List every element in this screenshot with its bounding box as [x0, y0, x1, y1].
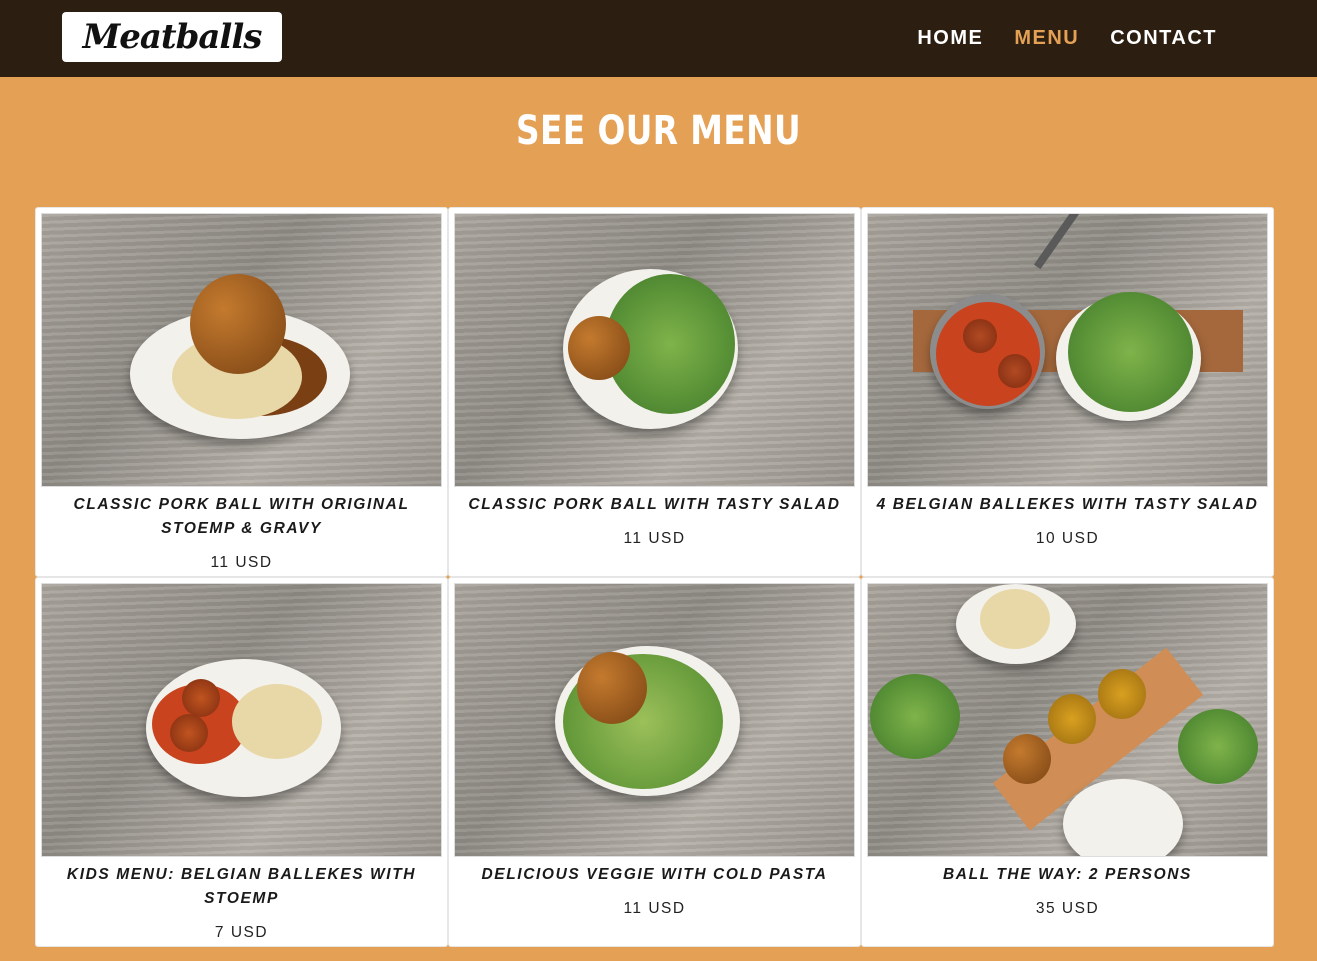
menu-card[interactable]: KIDS MENU: BELGIAN BALLEKES WITH STOEMP … [35, 577, 448, 947]
dish-name: DELICIOUS VEGGIE WITH COLD PASTA [481, 866, 828, 883]
nav-contact-link[interactable]: CONTACT [1110, 27, 1217, 50]
dish-name: CLASSIC PORK BALL WITH ORIGINAL STOEMP &… [73, 496, 410, 537]
page-title: SEE OUR MENU [515, 108, 802, 154]
dish-photo[interactable] [41, 583, 442, 857]
dish-price: 11 USD [623, 900, 686, 917]
dish-price: 35 USD [1035, 900, 1100, 917]
dish-photo[interactable] [454, 583, 855, 857]
dish-photo[interactable] [867, 583, 1268, 857]
dish-price: 7 USD [214, 924, 269, 941]
menu-card[interactable]: CLASSIC PORK BALL WITH TASTY SALAD 11 US… [448, 207, 861, 577]
main-nav: HOME MENU CONTACT [917, 0, 1217, 77]
dish-name: CLASSIC PORK BALL WITH TASTY SALAD [468, 496, 841, 513]
dish-price: 11 USD [623, 530, 686, 547]
dish-photo[interactable] [867, 213, 1268, 487]
nav-menu-link[interactable]: MENU [1014, 27, 1079, 50]
menu-card[interactable]: BALL THE WAY: 2 PERSONS 35 USD [861, 577, 1274, 947]
dish-photo[interactable] [454, 213, 855, 487]
dish-price: 10 USD [1035, 530, 1100, 547]
dish-name: 4 BELGIAN BALLEKES WITH TASTY SALAD [876, 496, 1259, 513]
logo-link[interactable]: Meatballs [62, 12, 282, 62]
menu-card[interactable]: DELICIOUS VEGGIE WITH COLD PASTA 11 USD [448, 577, 861, 947]
dish-name: BALL THE WAY: 2 PERSONS [943, 866, 1192, 883]
dish-price: 11 USD [210, 554, 273, 571]
logo-text: Meatballs [82, 17, 263, 57]
nav-home-link[interactable]: HOME [917, 27, 983, 50]
site-header: Meatballs HOME MENU CONTACT [0, 0, 1317, 77]
menu-grid: CLASSIC PORK BALL WITH ORIGINAL STOEMP &… [35, 207, 1274, 947]
menu-card[interactable]: 4 BELGIAN BALLEKES WITH TASTY SALAD 10 U… [861, 207, 1274, 577]
dish-name: KIDS MENU: BELGIAN BALLEKES WITH STOEMP [66, 866, 417, 907]
dish-photo[interactable] [41, 213, 442, 487]
menu-card[interactable]: CLASSIC PORK BALL WITH ORIGINAL STOEMP &… [35, 207, 448, 577]
